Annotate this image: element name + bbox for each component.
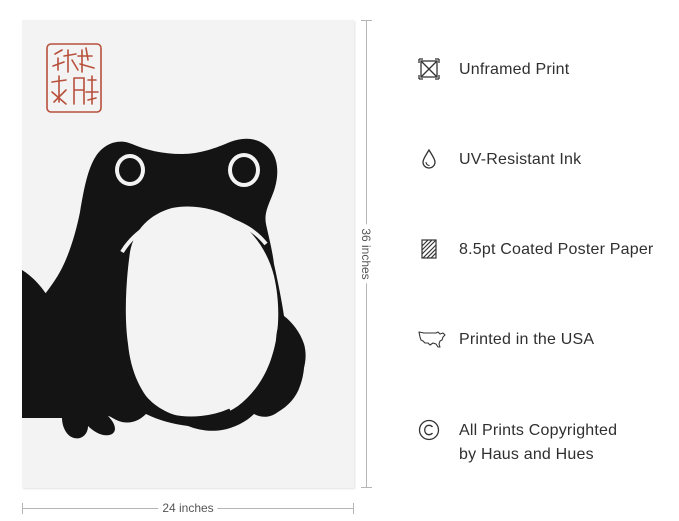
feature-uv-resistant-ink: UV-Resistant Ink bbox=[418, 148, 581, 172]
feature-label: Printed in the USA bbox=[459, 331, 595, 348]
feature-label: 8.5pt Coated Poster Paper bbox=[459, 241, 654, 258]
ink-drop-icon bbox=[418, 148, 446, 170]
width-dimension-label: 24 inches bbox=[158, 501, 218, 515]
height-dimension-label: 36 inches bbox=[359, 224, 373, 284]
usa-map-icon bbox=[418, 328, 446, 350]
width-dimension-tick-right bbox=[353, 503, 354, 514]
paper-texture-icon bbox=[418, 238, 446, 260]
feature-label-line2: by Haus and Hues bbox=[459, 446, 594, 463]
height-dimension-tick-top bbox=[361, 20, 372, 21]
height-dimension-tick-bottom bbox=[361, 487, 372, 488]
feature-coated-poster-paper: 8.5pt Coated Poster Paper bbox=[418, 238, 653, 262]
feature-label-line1: All Prints Copyrighted bbox=[459, 422, 618, 439]
feature-label: UV-Resistant Ink bbox=[459, 151, 582, 168]
unframed-frame-icon bbox=[418, 58, 446, 80]
frog-artwork bbox=[22, 43, 306, 439]
feature-copyright: All Prints Copyrighted by Haus and Hues bbox=[418, 419, 617, 467]
feature-unframed-print: Unframed Print bbox=[418, 58, 569, 82]
copyright-icon bbox=[418, 419, 446, 441]
feature-label: All Prints Copyrighted by Haus and Hues bbox=[459, 419, 617, 467]
feature-printed-in-usa: Printed in the USA bbox=[418, 328, 594, 352]
red-seal-stamp bbox=[46, 43, 102, 113]
feature-label: Unframed Print bbox=[459, 61, 570, 78]
width-dimension-tick-left bbox=[22, 503, 23, 514]
poster-print bbox=[22, 20, 354, 488]
frog-belly bbox=[125, 206, 279, 419]
